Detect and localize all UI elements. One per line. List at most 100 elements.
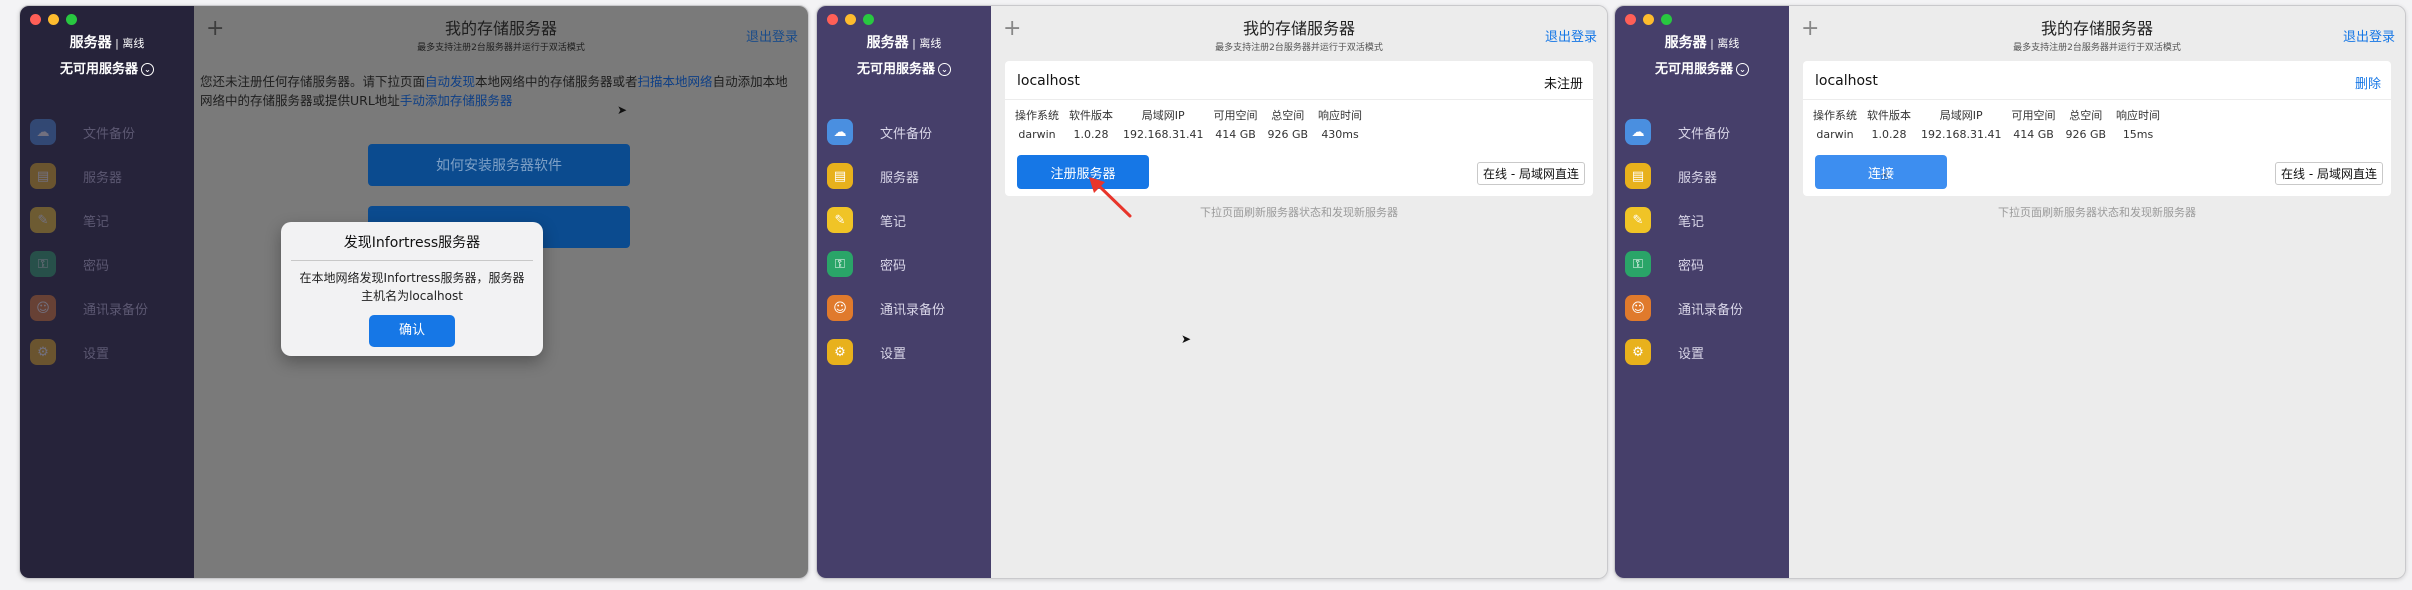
note-icon: ✎ — [827, 207, 853, 233]
card-divider — [1005, 99, 1593, 100]
zoom-window-button[interactable] — [863, 14, 874, 25]
stat-version: 软件版本 1.0.28 — [1069, 107, 1113, 141]
server-stats: 操作系统 darwin 软件版本 1.0.28 局域网IP 192.168.31.41… — [1015, 107, 1372, 141]
sidebar-item-file-backup[interactable]: ☁ 文件备份 — [1615, 110, 1789, 154]
close-window-button[interactable] — [1625, 14, 1636, 25]
card-divider — [1803, 99, 2391, 100]
sidebar-item-settings[interactable]: ⚙ 设置 — [1615, 330, 1789, 374]
server-hostname: localhost — [1815, 73, 1878, 89]
note-icon: ✎ — [30, 207, 56, 233]
sidebar: 服务器 | 离线 无可用服务器 ⌄ ☁ 文件备份 ▤ 服务器 ✎ 笔记 ⚿ 密码 ☺ 通讯录… — [1615, 6, 1789, 578]
stat-label: 操作系统 — [1015, 109, 1059, 122]
sidebar-item-server[interactable]: ▤ 服务器 — [817, 154, 991, 198]
sidebar-item-file-backup[interactable]: ☁ 文件备份 — [20, 110, 194, 154]
stat-total-space: 总空间 926 GB — [1267, 107, 1308, 141]
dialog-divider — [291, 260, 533, 261]
connection-status-badge: 在线 - 局域网直连 — [2275, 162, 2383, 185]
stat-label: 软件版本 — [1069, 109, 1113, 122]
traffic-lights — [30, 14, 77, 25]
server-card: localhost 删除 操作系统 darwin 软件版本 1.0.28 局域网IP… — [1803, 61, 2391, 196]
stat-value: 926 GB — [2065, 128, 2107, 141]
server-stats: 操作系统 darwin 软件版本 1.0.28 局域网IP 192.168.31.41… — [1813, 107, 2170, 141]
file-backup-icon: ☁ — [30, 119, 56, 145]
scan-network-link[interactable]: 扫描本地网络 — [638, 74, 713, 89]
close-window-button[interactable] — [827, 14, 838, 25]
sidebar-item-file-backup[interactable]: ☁ 文件备份 — [817, 110, 991, 154]
sidebar-server-status: 离线 — [1717, 37, 1740, 50]
stat-value: darwin — [1018, 128, 1056, 141]
chevron-down-icon: ⌄ — [1736, 63, 1749, 76]
sidebar-item-label: 密码 — [880, 258, 907, 274]
sidebar-item-notes[interactable]: ✎ 笔记 — [20, 198, 194, 242]
sidebar-header: 服务器 | 离线 — [1664, 35, 1740, 51]
manual-add-link[interactable]: 手动添加存储服务器 — [400, 93, 513, 108]
server-selector[interactable]: 无可用服务器 ⌄ — [1615, 58, 1789, 77]
dialog-title: 发现Infortress服务器 — [343, 235, 481, 251]
how-to-install-button[interactable]: 如何安装服务器软件 — [368, 144, 630, 186]
logout-link[interactable]: 退出登录 — [1545, 26, 1597, 45]
dialog-confirm-button[interactable]: 确认 — [369, 315, 455, 347]
sidebar: 服务器 | 离线 无可用服务器 ⌄ ☁ 文件备份 ▤ 服务器 ✎ 笔记 ⚿ 密码 ☺ 通讯录… — [817, 6, 991, 578]
registration-status: 未注册 — [1543, 77, 1583, 92]
logout-link[interactable]: 退出登录 — [2343, 26, 2395, 45]
notice-text: 本地网络中的存储服务器或者 — [475, 74, 638, 89]
pull-refresh-hint: 下拉页面刷新服务器状态和发现新服务器 — [1998, 206, 2196, 219]
annotation-arrow-icon — [1089, 177, 1132, 218]
sidebar-item-label: 密码 — [83, 258, 110, 274]
minimize-window-button[interactable] — [845, 14, 856, 25]
stat-value: 926 GB — [1267, 128, 1309, 141]
sidebar-item-label: 通讯录备份 — [1678, 302, 1744, 318]
sidebar-item-label: 设置 — [83, 346, 110, 362]
sidebar-item-passwords[interactable]: ⚿ 密码 — [20, 242, 194, 286]
minimize-window-button[interactable] — [48, 14, 59, 25]
sidebar-server-name: 服务器 — [866, 35, 909, 51]
page-subtitle: 最多支持注册2台服务器并运行于双活模式 — [417, 43, 585, 53]
zoom-window-button[interactable] — [66, 14, 77, 25]
sidebar-item-label: 设置 — [880, 346, 907, 362]
stat-value: 414 GB — [2013, 128, 2054, 141]
server-selector[interactable]: 无可用服务器 ⌄ — [20, 58, 194, 77]
sidebar-item-contacts[interactable]: ☺ 通讯录备份 — [817, 286, 991, 330]
sidebar-server-status: 离线 — [919, 37, 942, 50]
window-panel-2: 服务器 | 离线 无可用服务器 ⌄ ☁ 文件备份 ▤ 服务器 ✎ 笔记 ⚿ 密码 ☺ 通讯录… — [816, 5, 1608, 579]
server-selector-label: 无可用服务器 — [59, 62, 138, 77]
stat-os: 操作系统 darwin — [1813, 107, 1857, 141]
page-subtitle: 最多支持注册2台服务器并运行于双活模式 — [1215, 43, 1383, 53]
sidebar-item-server[interactable]: ▤ 服务器 — [1615, 154, 1789, 198]
stat-value: darwin — [1816, 128, 1854, 141]
sidebar-item-contacts[interactable]: ☺ 通讯录备份 — [1615, 286, 1789, 330]
minimize-window-button[interactable] — [1643, 14, 1654, 25]
sidebar-item-label: 通讯录备份 — [880, 302, 946, 318]
logout-link[interactable]: 退出登录 — [746, 26, 798, 45]
sidebar-item-passwords[interactable]: ⚿ 密码 — [1615, 242, 1789, 286]
sidebar-header: 服务器 | 离线 — [866, 35, 942, 51]
zoom-window-button[interactable] — [1661, 14, 1672, 25]
sidebar-server-status: 离线 — [122, 37, 145, 50]
sidebar-item-contacts[interactable]: ☺ 通讯录备份 — [20, 286, 194, 330]
sidebar-item-passwords[interactable]: ⚿ 密码 — [817, 242, 991, 286]
settings-icon: ⚙ — [1625, 339, 1651, 365]
page-subtitle: 最多支持注册2台服务器并运行于双活模式 — [2013, 43, 2181, 53]
auto-discover-link[interactable]: 自动发现 — [425, 74, 475, 89]
sidebar-header: 服务器 | 离线 — [69, 35, 145, 51]
sidebar-item-server[interactable]: ▤ 服务器 — [20, 154, 194, 198]
close-window-button[interactable] — [30, 14, 41, 25]
sidebar-item-settings[interactable]: ⚙ 设置 — [20, 330, 194, 374]
sidebar-item-notes[interactable]: ✎ 笔记 — [1615, 198, 1789, 242]
password-icon: ⚿ — [30, 251, 56, 277]
sidebar-item-notes[interactable]: ✎ 笔记 — [817, 198, 991, 242]
stat-value: 15ms — [2122, 128, 2154, 141]
chevron-down-icon: ⌄ — [141, 63, 154, 76]
stat-lan-ip: 局域网IP 192.168.31.41 — [1123, 107, 1203, 141]
sidebar-item-settings[interactable]: ⚙ 设置 — [817, 330, 991, 374]
server-selector-label: 无可用服务器 — [1654, 62, 1733, 77]
page-title: 我的存储服务器 — [1242, 19, 1355, 38]
sidebar-item-label: 笔记 — [83, 214, 110, 230]
sidebar-item-label: 笔记 — [880, 214, 907, 230]
sidebar-item-label: 设置 — [1678, 346, 1705, 362]
stat-label: 局域网IP — [1141, 109, 1185, 122]
sidebar-item-label: 文件备份 — [880, 126, 933, 142]
delete-server-link[interactable]: 删除 — [2355, 73, 2381, 92]
server-selector[interactable]: 无可用服务器 ⌄ — [817, 58, 991, 77]
stat-total-space: 总空间 926 GB — [2065, 107, 2106, 141]
